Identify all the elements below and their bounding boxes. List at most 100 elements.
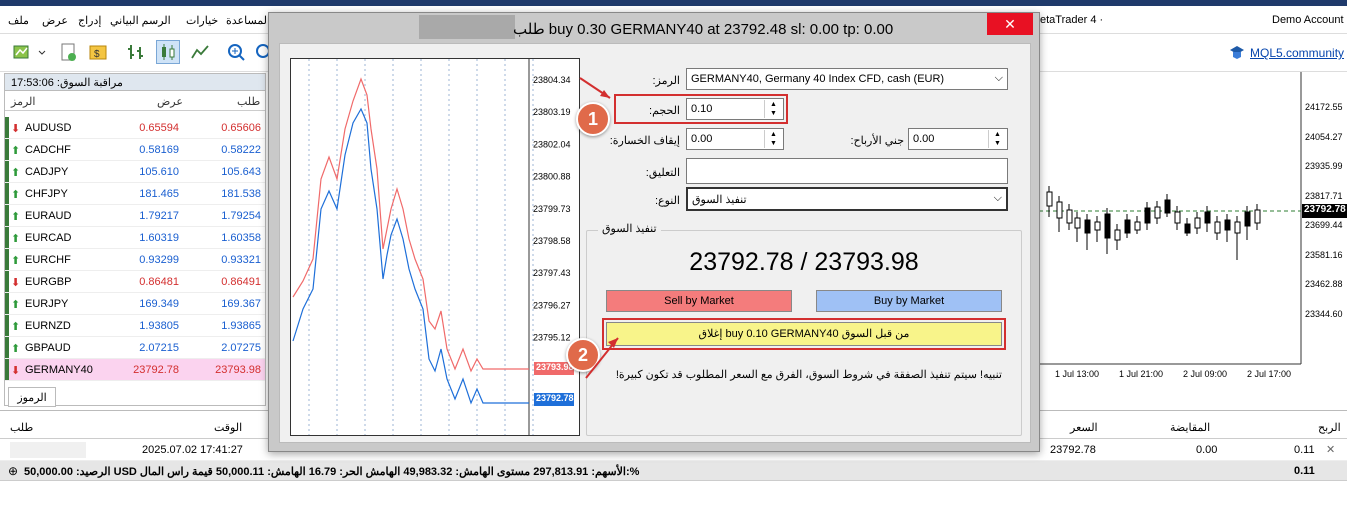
new-document-icon[interactable] <box>56 40 80 64</box>
chevron-down-icon: ⌵ <box>993 192 1002 204</box>
row-ask: 23793.98 <box>215 364 261 376</box>
x-tick-label: 2 Jul 09:00 <box>1183 369 1228 379</box>
col-symbol[interactable]: الرمز <box>11 95 35 108</box>
dialog-body: 23804.34 23803.19 23802.04 23800.88 23799.73… <box>279 43 1031 443</box>
row-symbol: CADCHF <box>25 144 71 156</box>
row-ask: 1.93865 <box>221 320 261 332</box>
list-item[interactable]: ⬇ AUDUSD 0.65594 0.65606 <box>5 117 265 139</box>
sell-by-market-button[interactable]: Sell by Market <box>606 290 792 312</box>
market-warning: !تنبيه! سيتم تنفيذ الصفقة في شروط السوق،… <box>615 369 1002 381</box>
line-chart-icon[interactable] <box>188 40 212 64</box>
type-value: تنفيذ السوق <box>692 194 747 206</box>
menu-view[interactable]: عرض <box>42 14 68 27</box>
candle <box>1056 201 1063 219</box>
row-ask: 1.79254 <box>221 210 261 222</box>
chevron-down-icon[interactable] <box>36 40 48 64</box>
order-type-select[interactable]: تنفيذ السوق ⌵ <box>686 187 1008 211</box>
row-symbol: AUDUSD <box>25 122 72 134</box>
col-bid[interactable]: عرض <box>157 95 183 108</box>
candle <box>1046 191 1053 207</box>
tp-stepper[interactable]: ▲ ▼ <box>988 130 1006 148</box>
list-item[interactable]: ⬆ EURCHF 0.93299 0.93321 <box>5 249 265 271</box>
tick-y-label: 23795.12 <box>533 333 571 343</box>
row-ask: 169.367 <box>221 298 261 310</box>
list-item[interactable]: ⬇ EURGBP 0.86481 0.86491 <box>5 271 265 293</box>
list-item[interactable]: ⬆ EURNZD 1.93805 1.93865 <box>5 315 265 337</box>
col-ask-terminal[interactable]: طلب <box>10 421 33 434</box>
summary-row: ⊕ الرصيد: 50,000.00 USD الأسهم: 297,813.… <box>0 461 1347 481</box>
stop-loss-field[interactable]: 0.00 ▲ ▼ <box>686 128 784 150</box>
menu-insert[interactable]: إدراج <box>78 14 101 27</box>
y-tick-label: 23462.88 <box>1305 279 1343 289</box>
tick-y-label: 23797.43 <box>533 268 571 278</box>
row-bid: 1.93805 <box>139 320 179 332</box>
row-gutter <box>5 249 9 270</box>
close-icon[interactable]: ✕ <box>1326 443 1335 456</box>
redacted-block <box>419 15 515 39</box>
menu-chart[interactable]: الرسم البياني <box>110 14 171 27</box>
row-bid: 0.58169 <box>139 144 179 156</box>
row-symbol: GERMANY40 <box>25 364 93 376</box>
col-swap[interactable]: المقايضة <box>1170 421 1210 434</box>
col-profit[interactable]: الربح <box>1318 421 1341 434</box>
app-title: etaTrader 4 · <box>1040 14 1104 26</box>
arrow-up-icon: ⬆ <box>11 299 21 311</box>
row-bid: 105.610 <box>139 166 179 178</box>
list-item[interactable]: ⬆ EURAUD 1.79217 1.79254 <box>5 205 265 227</box>
symbol-select[interactable]: GERMANY40, Germany 40 Index CFD, cash (E… <box>686 68 1008 90</box>
bar-chart-icon[interactable] <box>124 40 148 64</box>
buy-by-market-button[interactable]: Buy by Market <box>816 290 1002 312</box>
take-profit-field[interactable]: 0.00 ▲ ▼ <box>908 128 1008 150</box>
row-ask: 181.538 <box>221 188 261 200</box>
row-ask: 0.65606 <box>221 122 261 134</box>
mql5-link[interactable]: MQL5.community <box>1250 46 1344 60</box>
row-ask: 0.58222 <box>221 144 261 156</box>
menu-help[interactable]: المساعدة <box>226 14 270 27</box>
arrow-up-icon: ⬆ <box>11 211 21 223</box>
list-item[interactable]: ⬆ EURJPY 169.349 169.367 <box>5 293 265 315</box>
market-watch-icon[interactable]: $ <box>86 40 110 64</box>
account-type: Demo Account <box>1272 14 1344 26</box>
comment-field[interactable] <box>686 158 1008 184</box>
row-bid: 169.349 <box>139 298 179 310</box>
list-item[interactable]: ⬆ CHFJPY 181.465 181.538 <box>5 183 265 205</box>
list-item[interactable]: ⬆ GBPAUD 2.07215 2.07275 <box>5 337 265 359</box>
tab-symbols[interactable]: الرموز <box>8 387 56 407</box>
zoom-in-icon[interactable] <box>224 40 248 64</box>
menu-options[interactable]: خيارات <box>186 14 218 27</box>
candle <box>1254 209 1261 224</box>
candlestick-icon[interactable] <box>156 40 180 64</box>
price-chart[interactable]: 24172.55 24054.27 23935.99 23817.71 23699.44… <box>1038 72 1347 390</box>
tick-chart-canvas: 23804.34 23803.19 23802.04 23800.88 23799.73… <box>292 59 571 435</box>
expand-icon[interactable]: ⊕ <box>8 464 18 478</box>
list-item[interactable]: ⬇ GERMANY40 23792.78 23793.98 <box>5 359 265 381</box>
candle <box>1154 206 1161 219</box>
candle <box>1244 211 1251 227</box>
new-chart-icon[interactable] <box>10 40 34 64</box>
arrow-up-icon: ⬆ <box>11 167 21 179</box>
list-item[interactable]: ⬆ EURCAD 1.60319 1.60358 <box>5 227 265 249</box>
candle <box>1204 211 1211 224</box>
candle <box>1124 219 1131 234</box>
candle <box>1114 229 1121 241</box>
row-symbol: GBPAUD <box>25 342 71 354</box>
bid-line <box>292 107 529 405</box>
col-time[interactable]: الوقت <box>214 421 242 434</box>
market-watch-columns: الرمز عرض طلب <box>5 91 265 111</box>
arrow-up-icon: ⬆ <box>11 233 21 245</box>
dialog-title: طلب buy 0.30 GERMANY40 at 23792.48 sl: 0… <box>513 21 894 38</box>
col-price[interactable]: السعر <box>1070 421 1098 434</box>
list-item[interactable]: ⬆ CADCHF 0.58169 0.58222 <box>5 139 265 161</box>
row-gutter <box>5 117 9 138</box>
tick-bid-label: 23792.78 <box>534 393 574 406</box>
col-ask[interactable]: طلب <box>237 95 260 108</box>
menu-file[interactable]: ملف <box>8 14 29 27</box>
arrow-up-icon: ⬆ <box>11 321 21 333</box>
candle <box>1174 211 1181 224</box>
list-item[interactable]: ⬆ CADJPY 105.610 105.643 <box>5 161 265 183</box>
tick-y-label: 23796.27 <box>533 300 571 310</box>
close-button[interactable]: ✕ <box>987 13 1033 35</box>
svg-text:$: $ <box>94 49 100 60</box>
sl-stepper[interactable]: ▲ ▼ <box>764 130 782 148</box>
sl-label: :إيقاف الخسارة <box>609 135 680 147</box>
